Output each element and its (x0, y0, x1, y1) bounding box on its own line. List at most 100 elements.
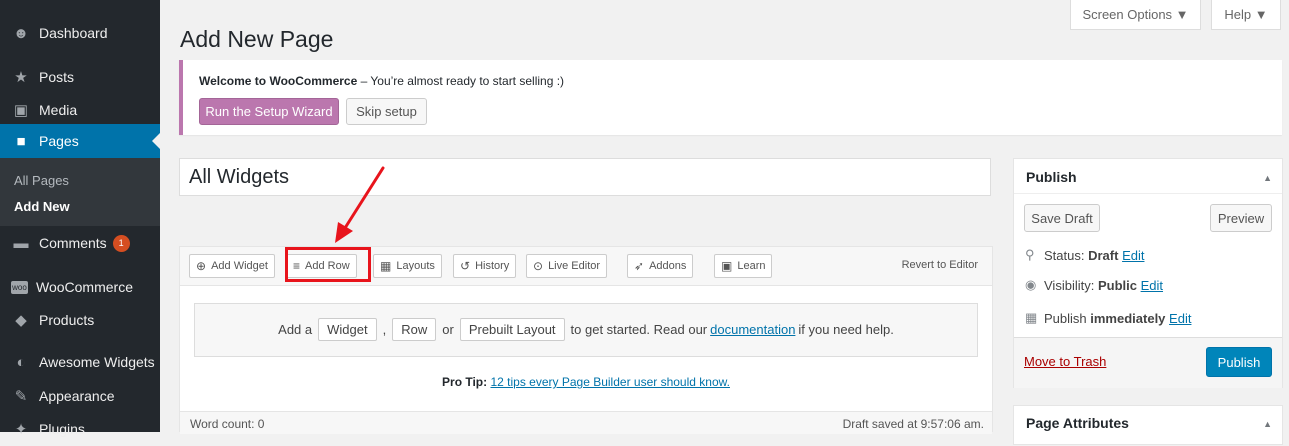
collapse-arrow-icon[interactable]: ▲ (1263, 419, 1272, 429)
notice-title: Welcome to WooCommerce (199, 74, 358, 88)
pro-tip-link[interactable]: 12 tips every Page Builder user should k… (490, 375, 729, 389)
move-to-trash-link[interactable]: Move to Trash (1024, 354, 1106, 369)
page-attributes-title: Page Attributes (1026, 415, 1129, 431)
editor-status-bar: Word count: 0 Draft saved at 9:57:06 am. (180, 411, 992, 434)
layouts-button[interactable]: ▦ Layouts (373, 254, 442, 278)
skip-setup-button[interactable]: Skip setup (346, 98, 427, 125)
page-builder-panel: ⊕ Add Widget ≡ Add Row ▦ Layouts ↺ History ⊙… (179, 246, 993, 434)
awesome-widgets-icon: ◐ (16, 353, 26, 371)
documentation-link[interactable]: documentation (710, 322, 795, 337)
addons-label: Addons (649, 260, 687, 272)
plugins-icon: ✦ (14, 421, 28, 438)
add-widget-button[interactable]: ⊕ Add Widget (189, 254, 275, 278)
save-draft-button[interactable]: Save Draft (1024, 204, 1100, 232)
layouts-label: Layouts (396, 260, 435, 272)
sidebar-item-pages[interactable]: ■ Pages (0, 124, 160, 158)
status-row: Status: Draft Edit (1044, 248, 1144, 263)
history-icon: ↺ (460, 259, 471, 273)
status-label: Status: (1044, 248, 1085, 263)
submenu-item-all-pages[interactable]: All Pages (14, 173, 69, 188)
widget-inline-button[interactable]: Widget (318, 318, 377, 341)
post-title-input[interactable]: All Widgets (179, 158, 991, 196)
layouts-icon: ▦ (380, 259, 392, 273)
sidebar-item-label: Appearance (39, 388, 115, 404)
live-editor-button[interactable]: ⊙ Live Editor (526, 254, 608, 278)
sidebar-item-comments[interactable]: ▬ Comments 1 (0, 226, 160, 260)
sidebar-item-label: Pages (39, 133, 79, 149)
get-started-text: to get started. Read our (570, 322, 708, 337)
help-button[interactable]: Help ▼ (1211, 0, 1281, 30)
pro-tip: Pro Tip: 12 tips every Page Builder user… (180, 375, 992, 389)
submenu-item-add-new[interactable]: Add New (14, 199, 70, 214)
add-widget-icon: ⊕ (196, 259, 207, 273)
prebuilt-layout-inline-button[interactable]: Prebuilt Layout (459, 318, 565, 341)
publish-box-title: Publish (1026, 169, 1077, 185)
builder-toolbar: ⊕ Add Widget ≡ Add Row ▦ Layouts ↺ History ⊙… (180, 247, 992, 286)
visibility-edit-link[interactable]: Edit (1141, 278, 1163, 293)
row-inline-button[interactable]: Row (392, 318, 437, 341)
history-label: History (475, 260, 510, 272)
appearance-icon: ✎ (14, 388, 28, 405)
pages-submenu: All Pages Add New (0, 158, 160, 226)
comma-text: , (382, 322, 387, 337)
sidebar-item-awesome-widgets[interactable]: ◐ Awesome Widgets (0, 345, 160, 379)
status-edit-link[interactable]: Edit (1122, 248, 1144, 263)
learn-button[interactable]: ▣ Learn (714, 254, 773, 278)
publish-actions: Move to Trash Publish (1014, 337, 1282, 388)
presentation-icon: ▣ (721, 259, 733, 273)
screen-options-button[interactable]: Screen Options ▼ (1070, 0, 1201, 30)
publish-date-label: Publish (1044, 311, 1087, 326)
pin-icon: ⚲ (1025, 247, 1035, 262)
menu-lines-icon: ≡ (293, 259, 301, 273)
live-editor-label: Live Editor (548, 260, 601, 272)
sidebar-item-label: WooCommerce (36, 279, 133, 295)
pro-tip-label: Pro Tip: (442, 375, 488, 389)
word-count: Word count: 0 (190, 417, 265, 431)
draft-saved-status: Draft saved at 9:57:06 am. (842, 417, 984, 431)
rocket-icon: ➶ (634, 259, 645, 273)
comments-icon: ▬ (13, 234, 29, 252)
add-row-label: Add Row (305, 260, 350, 272)
history-button[interactable]: ↺ History (453, 254, 517, 278)
sidebar-item-label: Plugins (39, 421, 85, 437)
preview-button[interactable]: Preview (1210, 204, 1272, 232)
run-setup-wizard-button[interactable]: Run the Setup Wizard (199, 98, 339, 125)
sidebar-item-woocommerce[interactable]: woo WooCommerce (0, 270, 160, 304)
sidebar-item-products[interactable]: ◆ Products (0, 303, 160, 337)
revert-to-editor-link[interactable]: Revert to Editor (902, 259, 978, 271)
publish-box: Publish ▲ Save Draft Preview ⚲ Status: D… (1013, 158, 1283, 388)
publish-date-edit-link[interactable]: Edit (1169, 311, 1191, 326)
add-a-text: Add a (278, 322, 313, 337)
pushpin-icon: ★ (14, 69, 28, 86)
collapse-arrow-icon[interactable]: ▲ (1263, 173, 1272, 183)
publish-button[interactable]: Publish (1206, 347, 1272, 377)
sidebar-item-media[interactable]: ▣ Media (0, 93, 160, 127)
sidebar-item-posts[interactable]: ★ Posts (0, 60, 160, 94)
woocommerce-icon: woo (11, 280, 28, 294)
sidebar-item-label: Comments (39, 235, 107, 251)
divider (1014, 193, 1282, 194)
sidebar-item-appearance[interactable]: ✎ Appearance (0, 379, 160, 413)
page-title: Add New Page (180, 26, 334, 52)
pages-icon: ■ (16, 132, 26, 150)
eye-icon: ⊙ (533, 259, 544, 273)
add-widget-label: Add Widget (211, 260, 268, 272)
eye-icon: ◉ (1025, 277, 1037, 292)
media-icon: ▣ (13, 102, 29, 119)
sidebar-item-plugins[interactable]: ✦ Plugins (0, 412, 160, 446)
publish-date-row: Publish immediately Edit (1044, 311, 1191, 326)
publish-date-value: immediately (1090, 311, 1166, 326)
comment-count-badge: 1 (112, 234, 130, 252)
add-row-button[interactable]: ≡ Add Row (286, 254, 357, 278)
learn-label: Learn (737, 260, 766, 272)
notice-text: Welcome to WooCommerce – You’re almost r… (199, 74, 564, 88)
status-value: Draft (1088, 248, 1119, 263)
addons-button[interactable]: ➶ Addons (627, 254, 694, 278)
sidebar-item-dashboard[interactable]: ☻ Dashboard (0, 16, 160, 50)
visibility-row: Visibility: Public Edit (1044, 278, 1163, 293)
current-menu-arrow (152, 133, 160, 149)
visibility-label: Visibility: (1044, 278, 1095, 293)
admin-sidebar: ☻ Dashboard ★ Posts ▣ Media ■ Pages All … (0, 0, 160, 438)
notice-message: – You’re almost ready to start selling :… (357, 74, 565, 88)
dashboard-icon: ☻ (13, 24, 29, 42)
